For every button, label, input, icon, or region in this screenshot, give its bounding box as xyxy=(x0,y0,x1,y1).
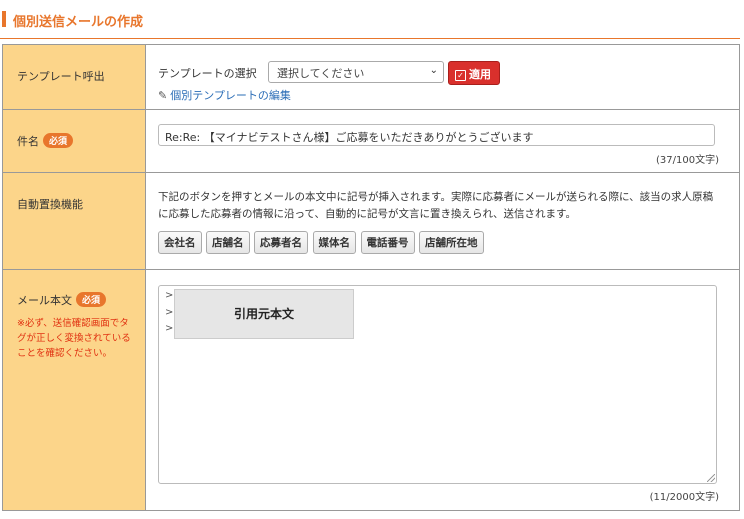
auto-replace-content-cell: 下記のボタンを押すとメールの本文中に記号が挿入されます。実際に応募者にメールが送… xyxy=(145,172,740,270)
page-title: 個別送信メールの作成 xyxy=(13,15,144,30)
auto-replace-description: 下記のボタンを押すとメールの本文中に記号が挿入されます。実際に応募者にメールが送… xyxy=(158,191,714,220)
edit-template-link-label: 個別テンプレートの編集 xyxy=(170,89,291,102)
body-label-cell: メール本文 必須 ※必ず、送信確認画面でタグが正しく変換されていることを確認くださ… xyxy=(2,269,146,511)
apply-button[interactable]: ✓ 適用 xyxy=(448,61,500,85)
page-header: 個別送信メールの作成 xyxy=(0,0,740,39)
apply-button-label: 適用 xyxy=(469,68,491,81)
body-note: ※必ず、送信確認画面でタグが正しく変換されていることを確認ください。 xyxy=(17,318,131,359)
tag-button-store-address[interactable]: 店舗所在地 xyxy=(419,231,484,254)
quote-mark: > xyxy=(165,290,174,301)
tag-button-phone[interactable]: 電話番号 xyxy=(360,231,415,254)
tag-button-company[interactable]: 会社名 xyxy=(158,231,202,254)
auto-replace-label-cell: 自動置換機能 xyxy=(2,172,146,270)
quoted-original-block: 引用元本文 xyxy=(174,289,354,339)
body-char-counter: (11/2000文字) xyxy=(649,492,719,503)
template-select-label: テンプレートの選択 xyxy=(158,67,257,80)
header-accent-bar xyxy=(2,11,6,27)
tag-button-row: 会社名 店舗名 応募者名 媒体名 電話番号 店舗所在地 xyxy=(158,231,485,254)
pencil-icon: ✎ xyxy=(158,89,168,102)
auto-replace-label: 自動置換機能 xyxy=(17,198,83,211)
body-label: メール本文 xyxy=(17,294,72,307)
checkbox-icon: ✓ xyxy=(455,70,466,81)
required-badge: 必須 xyxy=(76,292,107,307)
body-textarea[interactable]: > > > 引用元本文 xyxy=(158,285,717,484)
subject-char-counter: (37/100文字) xyxy=(656,155,719,166)
template-row: テンプレート呼出 テンプレートの選択 選択してください ⌄ ✓ 適用 ✎ 個別テンプ… xyxy=(2,44,740,110)
subject-content-cell: Re:Re: 【マイナビテストさん様】ご応募をいただきありがとうございます (3… xyxy=(145,109,740,173)
mail-form: テンプレート呼出 テンプレートの選択 選択してください ⌄ ✓ 適用 ✎ 個別テンプ… xyxy=(2,44,740,511)
quote-mark: > xyxy=(165,307,174,318)
subject-label-cell: 件名 必須 xyxy=(2,109,146,173)
subject-input[interactable]: Re:Re: 【マイナビテストさん様】ご応募をいただきありがとうございます xyxy=(158,124,715,146)
tag-button-store[interactable]: 店舗名 xyxy=(206,231,250,254)
template-content-cell: テンプレートの選択 選択してください ⌄ ✓ 適用 ✎ 個別テンプレートの編集 xyxy=(145,44,740,110)
template-label-cell: テンプレート呼出 xyxy=(2,44,146,110)
subject-label: 件名 xyxy=(17,135,39,148)
edit-template-link[interactable]: ✎ 個別テンプレートの編集 xyxy=(158,87,291,103)
required-badge: 必須 xyxy=(43,133,74,148)
subject-row: 件名 必須 Re:Re: 【マイナビテストさん様】ご応募をいただきありがとうござい… xyxy=(2,109,740,173)
tag-button-media[interactable]: 媒体名 xyxy=(312,231,356,254)
template-label: テンプレート呼出 xyxy=(17,70,105,83)
template-select[interactable]: 選択してください ⌄ xyxy=(268,61,444,83)
body-content-cell: > > > 引用元本文 (11/2000文字) xyxy=(145,269,740,511)
body-row: メール本文 必須 ※必ず、送信確認画面でタグが正しく変換されていることを確認くださ… xyxy=(2,269,740,511)
tag-button-applicant[interactable]: 応募者名 xyxy=(254,231,308,254)
quote-mark: > xyxy=(165,323,174,334)
chevron-down-icon: ⌄ xyxy=(429,65,438,76)
auto-replace-row: 自動置換機能 下記のボタンを押すとメールの本文中に記号が挿入されます。実際に応募… xyxy=(2,172,740,270)
resize-handle[interactable] xyxy=(707,474,715,482)
template-select-value: 選択してください xyxy=(277,67,365,80)
